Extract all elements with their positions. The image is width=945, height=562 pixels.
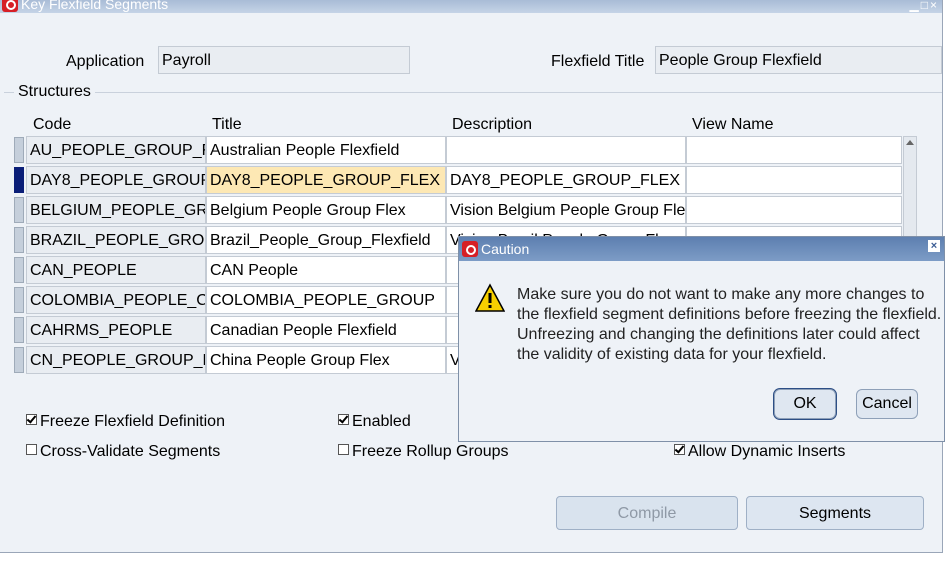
column-header-view-name: View Name <box>692 116 774 133</box>
structures-divider <box>4 92 942 93</box>
current-row-indicator[interactable] <box>14 167 24 193</box>
cross-validate-segments-label: Cross-Validate Segments <box>40 443 221 460</box>
freeze-rollup-groups-label: Freeze Rollup Groups <box>352 443 509 460</box>
cell-title[interactable]: CAN People <box>206 256 446 284</box>
enabled-checkbox[interactable]: Enabled <box>338 413 411 431</box>
flexfield-title-field[interactable]: People Group Flexfield <box>655 46 942 74</box>
row-selector[interactable] <box>14 197 24 223</box>
row-selector[interactable] <box>14 257 24 283</box>
cell-title[interactable]: Canadian People Flexfield <box>206 316 446 344</box>
row-selector[interactable] <box>14 347 24 373</box>
checkbox-unchecked-icon[interactable] <box>26 444 37 455</box>
cell-title[interactable]: Brazil_People_Group_Flexfield <box>206 226 446 254</box>
scroll-up-arrow-icon[interactable] <box>906 140 914 145</box>
cell-view-name[interactable] <box>686 196 902 224</box>
caution-dialog: Caution × Make sure you do not want to m… <box>458 236 945 442</box>
window-controls[interactable]: ▁□× <box>910 0 939 12</box>
checkbox-checked-icon[interactable] <box>26 414 37 425</box>
cell-code[interactable]: CAHRMS_PEOPLE <box>26 316 206 344</box>
allow-dynamic-inserts-label: Allow Dynamic Inserts <box>688 443 846 460</box>
cell-title[interactable]: Australian People Flexfield <box>206 136 446 164</box>
enabled-label: Enabled <box>352 413 411 430</box>
cell-code[interactable]: CAN_PEOPLE <box>26 256 206 284</box>
window-title: Key Flexfield Segments <box>21 0 169 12</box>
freeze-flexfield-definition-label: Freeze Flexfield Definition <box>40 413 225 430</box>
cell-code[interactable]: AU_PEOPLE_GROUP_F <box>26 136 206 164</box>
cell-title[interactable]: China People Group Flex <box>206 346 446 374</box>
dialog-title-bar: Caution × <box>459 237 944 261</box>
dialog-title: Caution <box>481 241 530 257</box>
checkbox-unchecked-icon[interactable] <box>338 444 349 455</box>
window-title-bar: Key Flexfield Segments ▁□× <box>0 0 942 13</box>
warning-icon <box>475 283 505 312</box>
row-selector[interactable] <box>14 287 24 313</box>
freeze-flexfield-definition-checkbox[interactable]: Freeze Flexfield Definition <box>26 413 225 431</box>
cell-description[interactable]: Vision Belgium People Group Fle <box>446 196 686 224</box>
oracle-logo-icon <box>462 241 478 257</box>
cell-code[interactable]: CN_PEOPLE_GROUP_F <box>26 346 206 374</box>
structures-group-label: Structures <box>14 83 95 101</box>
freeze-rollup-groups-checkbox[interactable]: Freeze Rollup Groups <box>338 443 509 461</box>
close-icon[interactable]: × <box>928 240 940 252</box>
flexfield-title-label: Flexfield Title <box>551 53 645 70</box>
checkbox-checked-icon[interactable] <box>338 414 349 425</box>
cancel-button[interactable]: Cancel <box>856 389 918 419</box>
application-field[interactable]: Payroll <box>158 46 410 74</box>
column-header-description: Description <box>452 116 533 133</box>
cell-view-name[interactable] <box>686 136 902 164</box>
cell-title-current[interactable]: DAY8_PEOPLE_GROUP_FLEX <box>206 166 446 194</box>
oracle-logo-icon <box>2 0 18 12</box>
compile-button[interactable]: Compile <box>556 496 738 530</box>
allow-dynamic-inserts-checkbox[interactable]: Allow Dynamic Inserts <box>674 443 845 461</box>
cell-code[interactable]: BELGIUM_PEOPLE_GR <box>26 196 206 224</box>
row-selector[interactable] <box>14 137 24 163</box>
application-label: Application <box>66 53 145 70</box>
ok-button[interactable]: OK <box>774 389 836 419</box>
cell-description[interactable]: DAY8_PEOPLE_GROUP_FLEX <box>446 166 686 194</box>
checkbox-checked-icon[interactable] <box>674 444 685 455</box>
cell-code[interactable]: COLOMBIA_PEOPLE_C <box>26 286 206 314</box>
row-selector[interactable] <box>14 227 24 253</box>
cell-title[interactable]: Belgium People Group Flex <box>206 196 446 224</box>
cell-code[interactable]: DAY8_PEOPLE_GROUP <box>26 166 206 194</box>
cell-view-name[interactable] <box>686 166 902 194</box>
segments-button[interactable]: Segments <box>746 496 924 530</box>
cell-code[interactable]: BRAZIL_PEOPLE_GRO <box>26 226 206 254</box>
column-header-title: Title <box>212 116 242 133</box>
column-header-code: Code <box>33 116 72 133</box>
cell-description[interactable] <box>446 136 686 164</box>
cross-validate-segments-checkbox[interactable]: Cross-Validate Segments <box>26 443 220 461</box>
cell-title[interactable]: COLOMBIA_PEOPLE_GROUP <box>206 286 446 314</box>
row-selector[interactable] <box>14 317 24 343</box>
dialog-message: Make sure you do not want to make any mo… <box>517 286 942 363</box>
